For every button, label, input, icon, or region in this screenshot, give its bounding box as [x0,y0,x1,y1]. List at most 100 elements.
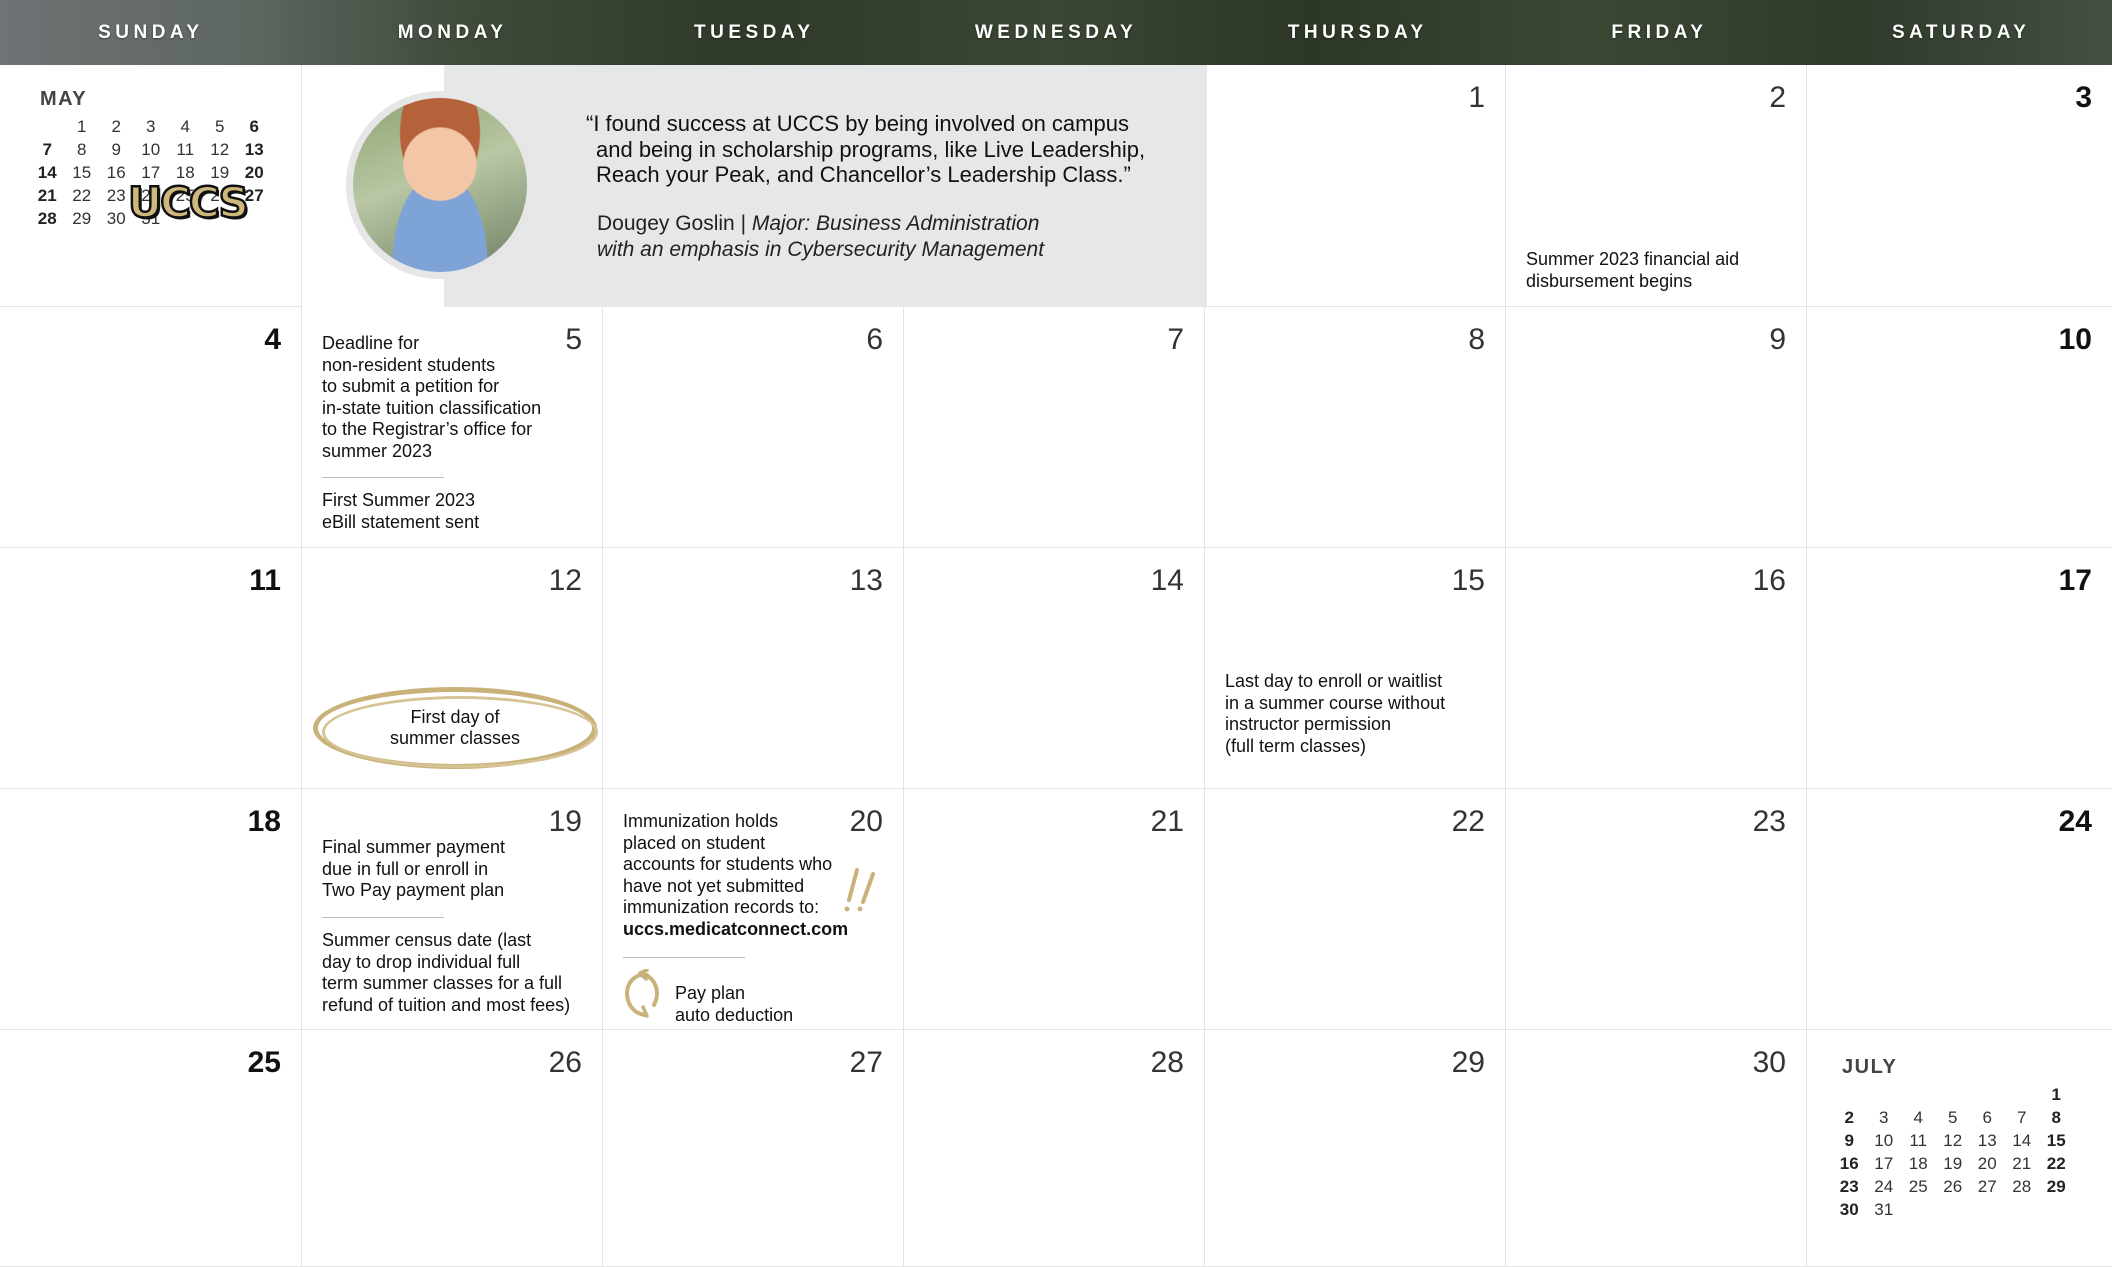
mini-calendar-day: 28 [37,208,57,228]
day-cell-9[interactable]: 9 [1506,307,1807,548]
day-number: 29 [1451,1046,1485,1079]
day-cell-6[interactable]: 6 [603,307,904,548]
day-cell-19[interactable]: 19 Final summer payment due in full or e… [302,789,603,1030]
weekday-friday: FRIDAY [1611,21,1708,43]
mini-calendar-day: 22 [2046,1153,2066,1173]
attribution-separator: | [734,212,752,235]
day-number: 18 [247,805,281,838]
day-cell-30[interactable]: 30 [1506,1030,1807,1267]
day-cell-29[interactable]: 29 [1205,1030,1506,1267]
event-line: Pay plan [675,983,746,1003]
day-cell-15[interactable]: 15 Last day to enroll or waitlist in a s… [1205,548,1506,789]
mini-calendar-day: 2 [111,116,121,136]
day-number: 20 [849,805,883,838]
day-number: 1 [1468,81,1485,114]
day-cell-17[interactable]: 17 [1807,548,2112,789]
day-cell-5[interactable]: 5 Deadline for non-resident students to … [302,307,603,548]
event-line: instructor permission [1225,714,1392,734]
mini-calendar-day: 1 [2051,1084,2061,1104]
event-line: disbursement begins [1526,270,1693,291]
day-number: 28 [1150,1046,1184,1079]
mini-calendar-day: 18 [1908,1153,1928,1173]
mini-calendar-day [1970,1083,2005,1106]
weekday-monday: MONDAY [397,21,508,43]
weekday-sunday: SUNDAY [98,21,204,43]
day-number: 6 [866,323,883,356]
mini-calendar-day [2005,1198,2040,1221]
day-cell-25[interactable]: 25 [0,1030,302,1267]
mini-calendar-day [1936,1198,1971,1221]
day-cell-7[interactable]: 7 [904,307,1205,548]
day-cell-4[interactable]: 4 [0,307,302,548]
day-cell-2[interactable]: 2 Summer 2023 financial aid disbursement… [1506,65,1807,307]
mini-calendar-day: 3 [1879,1107,1889,1127]
student-photo-image [353,98,527,272]
day-cell-24[interactable]: 24 [1807,789,2112,1030]
event-immunization: Immunization holds placed on student acc… [623,811,848,940]
day-cell-23[interactable]: 23 [1506,789,1807,1030]
july-mini-table: 1 2 3 4 5 6 7 8 9 10 11 12 13 14 15 16 17 18 19 20 21 22 23 24 2… [1832,1083,2074,1221]
event-line: eBill statement sent [322,511,480,532]
event-ebill: First Summer 2023 eBill statement sent [322,490,479,533]
mini-calendar-day: 13 [244,139,264,159]
mini-calendar-week: 1 [1832,1083,2074,1106]
day-number: 2 [1769,81,1786,114]
day-cell-28[interactable]: 28 [904,1030,1205,1267]
student-major-detail: with an emphasis in Cybersecurity Manage… [597,237,1045,261]
day-cell-21[interactable]: 21 [904,789,1205,1030]
day-cell-3[interactable]: 3 [1807,65,2112,307]
day-number: 5 [565,323,582,356]
event-residency-deadline: Deadline for non-resident students to su… [322,333,541,462]
mini-calendar-day: 7 [2017,1107,2027,1127]
day-number: 8 [1468,323,1485,356]
day-cell-22[interactable]: 22 [1205,789,1506,1030]
day-number: 16 [1752,564,1786,597]
mini-calendar-day: 23 [1839,1176,1859,1196]
student-quote-banner: “I found success at UCCS by being involv… [302,65,1207,307]
student-attribution: Dougey Goslin | Major: Business Administ… [597,211,1187,262]
day-cell-8[interactable]: 8 [1205,307,1506,548]
mini-calendar-day: 5 [1948,1107,1958,1127]
event-line: in-state tuition classification [322,397,542,418]
mini-calendar-day [1936,1083,1971,1106]
event-line: to submit a petition for [322,376,500,396]
mini-calendar-day: 2 [1844,1107,1854,1127]
day-cell-27[interactable]: 27 [603,1030,904,1267]
event-line: day to drop individual full [322,951,521,972]
event-line: Immunization holds [623,811,779,831]
day-cell-14[interactable]: 14 [904,548,1205,789]
day-cell-20[interactable]: 20 Immunization holds placed on student … [603,789,904,1030]
exclamation-icon [844,868,875,912]
day-number: 24 [2058,805,2092,838]
day-cell-26[interactable]: 26 [302,1030,603,1267]
event-line: have not yet submitted [623,875,805,896]
mini-calendar-day: 6 [249,116,259,136]
event-enroll-deadline: Last day to enroll or waitlist in a summ… [1225,671,1445,757]
day-number: 7 [1167,323,1184,356]
mini-calendar-day: 14 [2012,1130,2032,1150]
mini-calendar-day: 1 [77,116,87,136]
student-photo [346,91,534,279]
mini-calendar-day: 14 [37,162,57,182]
day-number: 22 [1451,805,1485,838]
day-cell-13[interactable]: 13 [603,548,904,789]
day-number: 4 [264,323,281,356]
mini-calendar-day: 31 [1874,1199,1894,1219]
day-number: 23 [1752,805,1786,838]
day-cell-1[interactable]: 1 [1205,65,1506,307]
event-line: refund of tuition and most fees) [322,994,571,1015]
mini-calendar-day: 22 [72,185,92,205]
day-cell-10[interactable]: 10 [1807,307,2112,548]
day-cell-16[interactable]: 16 [1506,548,1807,789]
event-line: Summer 2023 financial aid [1526,249,1740,269]
event-line: placed on student [623,832,766,853]
event-divider [322,917,444,918]
day-cell-11[interactable]: 11 [0,548,302,789]
event-line: Final summer payment [322,837,506,857]
mini-calendar-day: 9 [111,139,121,159]
day-cell-18[interactable]: 18 [0,789,302,1030]
event-line: summer classes [389,728,521,748]
quote-line: “I found success at UCCS by being involv… [586,111,1129,136]
immunization-link[interactable]: uccs.medicatconnect.com [623,919,848,941]
day-number: 19 [548,805,582,838]
